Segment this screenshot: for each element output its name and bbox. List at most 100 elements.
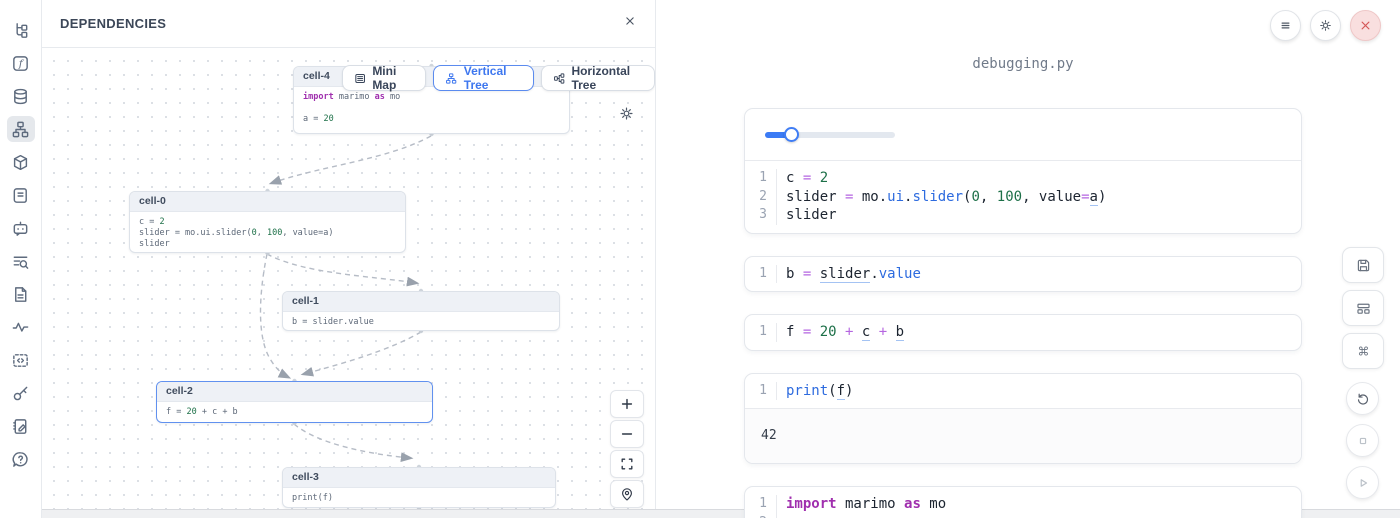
zoom-in-button[interactable] [610,390,644,418]
node-title: cell-3 [283,468,555,488]
node-title: cell-0 [130,192,405,212]
list-search-icon [11,252,30,271]
graph-node-cell-1[interactable]: cell-1b = slider.value [282,291,560,331]
zoom-out-button[interactable] [610,420,644,448]
sidebar-item-secrets[interactable] [7,380,35,406]
stop-icon [1355,433,1371,449]
notebook-menu-button[interactable] [1270,10,1301,41]
notebook-filename: debugging.py [744,56,1302,72]
sidebar-item-activity[interactable] [7,314,35,340]
cells-column: 123 c = 2slider = mo.ui.slider(0, 100, v… [744,108,1302,518]
svg-text:⌘: ⌘ [1357,344,1369,358]
cell-editor[interactable]: 12 import marimo as mo [745,487,1301,518]
view-button-horizontal-tree[interactable]: Horizontal Tree [541,65,655,91]
sidebar-item-file-tree[interactable] [7,17,35,43]
pin-icon [619,486,635,502]
node-title: cell-1 [283,292,559,312]
sidebar-item-packages[interactable] [7,149,35,175]
sidebar-item-documentation[interactable] [7,281,35,307]
save-icon [1355,257,1372,274]
sidebar-item-scratchpad[interactable] [7,413,35,439]
app-view-button[interactable] [1342,290,1384,326]
gear-icon [1318,18,1333,33]
vertical-tree-icon [445,71,457,86]
notebook-cell-f-cell: 1 f = 20 + c + b [744,314,1302,351]
notebook-settings-button[interactable] [1310,10,1341,41]
notebook: debugging.py 123 c = 2slider = mo.ui.sli… [656,0,1400,518]
plus-icon [619,396,635,412]
view-button-label: Mini Map [372,64,414,92]
undo-button[interactable] [1346,382,1379,415]
notebook-cell-slider-cell: 123 c = 2slider = mo.ui.slider(0, 100, v… [744,108,1302,234]
code-lines: c = 2slider = mo.ui.slider(0, 100, value… [776,169,1301,225]
activity-icon [11,318,30,337]
sidebar: f [0,0,42,518]
code-lines: f = 20 + c + b [776,323,1301,342]
scroll-icon [11,186,30,205]
line-numbers: 123 [745,169,776,225]
fit-view-icon [619,456,635,472]
line-numbers: 1 [745,323,776,342]
node-code: f = 20 + c + b [157,402,432,423]
slider-handle[interactable] [784,127,799,142]
close-icon [1358,18,1373,33]
graph-node-cell-2[interactable]: cell-2f = 20 + c + b [156,381,433,423]
marimo-app: f DEPENDENCIES Mini Map Vertical Tree Hori… [0,0,1400,518]
close-icon [623,14,637,28]
svg-text:f: f [18,58,25,70]
cell-editor[interactable]: 1 print(f) [745,374,1301,409]
panel-header: DEPENDENCIES [42,0,655,48]
line-numbers: 12 [745,495,776,518]
node-code: c = 2slider = mo.ui.slider(0, 100, value… [130,212,405,255]
code-lines: import marimo as mo [776,495,1301,518]
dependency-graph-icon [11,120,30,139]
run-all-button[interactable] [1346,466,1379,499]
menu-icon [1278,18,1293,33]
sidebar-item-tracing[interactable] [7,248,35,274]
chat-bot-icon [11,219,30,238]
horizontal-tree-icon [553,71,565,86]
panel-close-button[interactable] [623,14,637,33]
view-button-vertical-tree[interactable]: Vertical Tree [433,65,534,91]
fit-view-button[interactable] [610,450,644,478]
key-icon [11,384,30,403]
sidebar-item-help[interactable] [7,446,35,472]
code-lines: print(f) [776,382,1301,401]
center-selection-button[interactable] [610,480,644,508]
shutdown-button[interactable] [1350,10,1381,41]
panel-title: DEPENDENCIES [60,16,166,31]
graph-view-toolbar: Mini Map Vertical Tree Horizontal Tree [342,65,655,91]
graph-node-cell-0[interactable]: cell-0c = 2slider = mo.ui.slider(0, 100,… [129,191,406,253]
sidebar-item-functions[interactable]: f [7,50,35,76]
view-button-mini-map[interactable]: Mini Map [342,65,426,91]
cell-editor[interactable]: 1 b = slider.value [745,257,1301,292]
sidebar-item-datasources[interactable] [7,83,35,109]
view-button-label: Horizontal Tree [571,64,643,92]
graph-node-cell-3[interactable]: cell-3print(f) [282,467,556,508]
node-title: cell-2 [157,382,432,402]
sidebar-item-chat[interactable] [7,215,35,241]
cell-editor[interactable]: 123 c = 2slider = mo.ui.slider(0, 100, v… [745,161,1301,233]
edge-cell-2-to-cell-3 [294,424,410,458]
stop-button[interactable] [1346,424,1379,457]
slider[interactable] [765,132,895,138]
save-button[interactable] [1342,247,1384,283]
cell-editor[interactable]: 1 f = 20 + c + b [745,315,1301,350]
keyboard-shortcuts-button[interactable]: ⌘ [1342,333,1384,369]
node-code: import marimo as moa = 20 [294,87,569,130]
sidebar-item-dependencies[interactable] [7,116,35,142]
database-icon [11,87,30,106]
dependencies-panel: DEPENDENCIES Mini Map Vertical Tree Horizo… [42,0,656,518]
cell-output-area [745,109,1301,161]
graph-zoom-controls [610,390,644,508]
line-numbers: 1 [745,382,776,401]
minimap-icon [354,71,366,86]
edge-cell-1-to-cell-2 [304,332,421,374]
sidebar-item-snippets[interactable] [7,347,35,373]
graph-canvas[interactable]: Mini Map Vertical Tree Horizontal Tree cel… [42,48,655,509]
sidebar-item-logs[interactable] [7,182,35,208]
minus-icon [619,426,635,442]
graph-settings-button[interactable] [618,105,635,122]
notebook-cell-import-cell: 12 import marimo as mo [744,486,1302,518]
edge-cell-4-to-cell-0 [272,136,431,183]
